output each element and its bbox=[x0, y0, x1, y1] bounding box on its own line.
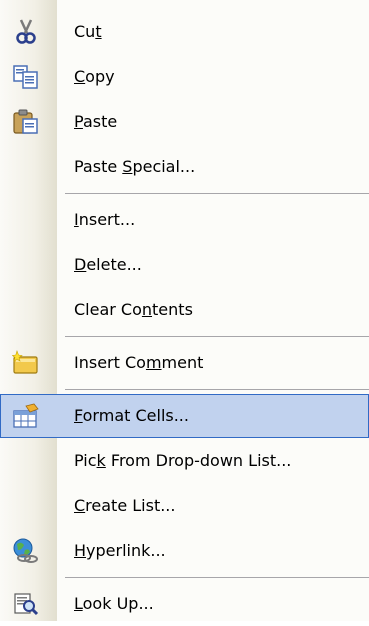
menu-item-label: Create List... bbox=[74, 496, 176, 515]
menu-item-label: Format Cells... bbox=[74, 406, 189, 425]
menu-item-label: Cut bbox=[74, 22, 102, 41]
comment-icon bbox=[12, 350, 38, 374]
menu-item-label: Clear Contents bbox=[74, 300, 193, 319]
menu-item-hyperlink[interactable]: Hyperlink... bbox=[0, 529, 369, 573]
hyperlink-icon bbox=[13, 538, 38, 563]
menu-item-label: Paste bbox=[74, 112, 118, 131]
menu-separator bbox=[65, 336, 369, 337]
menu-item-label: Pick From Drop-down List... bbox=[74, 451, 292, 470]
menu-item-create-list[interactable]: Create List... bbox=[0, 484, 369, 528]
menu-item-pick-from-list[interactable]: Pick From Drop-down List... bbox=[0, 439, 369, 483]
menu-item-format-cells[interactable]: Format Cells... bbox=[0, 394, 369, 438]
menu-item-copy[interactable]: Copy bbox=[0, 55, 369, 99]
menu-separator bbox=[65, 389, 369, 390]
menu-item-label: Delete... bbox=[74, 255, 142, 274]
menu-item-insert-comment[interactable]: Insert Comment bbox=[0, 341, 369, 385]
context-menu: Cut Copy Paste Paste Special... Insert..… bbox=[0, 0, 369, 621]
paste-icon bbox=[13, 109, 38, 134]
menu-item-label: Paste Special... bbox=[74, 157, 196, 176]
menu-item-label: Hyperlink... bbox=[74, 541, 166, 560]
menu-item-label: Copy bbox=[74, 67, 115, 86]
menu-item-paste[interactable]: Paste bbox=[0, 100, 369, 144]
menu-item-insert[interactable]: Insert... bbox=[0, 198, 369, 242]
format-cells-icon bbox=[13, 403, 39, 428]
menu-item-look-up[interactable]: Look Up... bbox=[0, 582, 369, 626]
menu-item-label: Look Up... bbox=[74, 594, 154, 613]
menu-item-label: Insert Comment bbox=[74, 353, 204, 372]
menu-item-delete[interactable]: Delete... bbox=[0, 243, 369, 287]
menu-separator bbox=[65, 193, 369, 194]
menu-item-paste-special[interactable]: Paste Special... bbox=[0, 145, 369, 189]
menu-item-cut[interactable]: Cut bbox=[0, 10, 369, 54]
menu-separator bbox=[65, 577, 369, 578]
scissors-icon bbox=[16, 19, 36, 44]
menu-item-clear-contents[interactable]: Clear Contents bbox=[0, 288, 369, 332]
menu-item-label: Insert... bbox=[74, 210, 136, 229]
copy-icon bbox=[13, 65, 38, 89]
lookup-icon bbox=[14, 593, 39, 616]
